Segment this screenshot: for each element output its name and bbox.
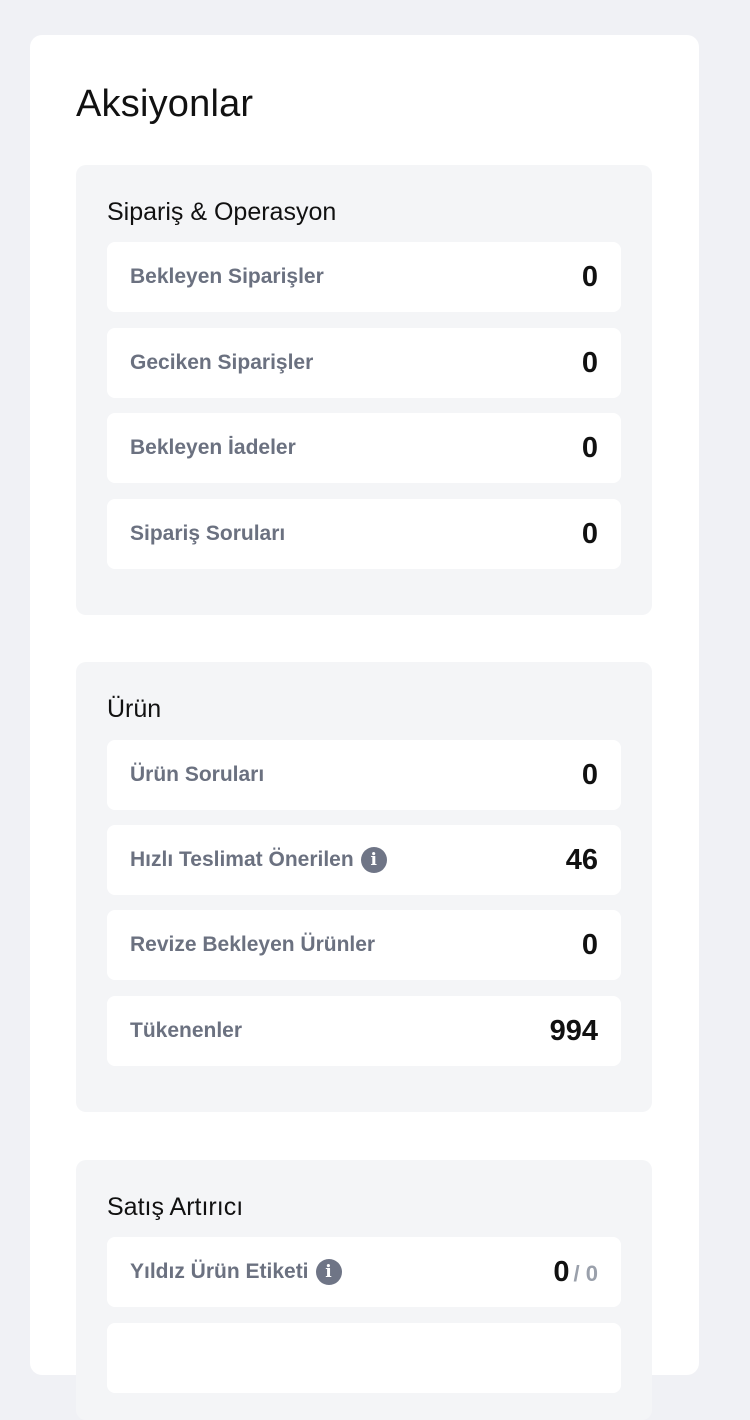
row-label: Geciken Siparişler <box>130 351 314 374</box>
row-value: 0 <box>581 518 598 550</box>
section-product: Ürün Ürün Soruları 0 Hızlı Teslimat Öner… <box>76 662 652 1112</box>
page-title: Aksiyonlar <box>76 83 254 125</box>
row-pending-orders[interactable]: Bekleyen Siparişler 0 <box>107 242 621 312</box>
row-label: Revize Bekleyen Ürünler <box>130 933 376 956</box>
row-order-questions[interactable]: Sipariş Soruları 0 <box>107 499 621 569</box>
actions-card: Aksiyonlar Sipariş & Operasyon Bekleyen … <box>30 35 699 1420</box>
row-total: / 0 <box>573 1261 598 1286</box>
row-value: 0 <box>581 347 598 379</box>
row-value: 0 <box>581 261 598 293</box>
row-delayed-orders[interactable]: Geciken Siparişler 0 <box>107 328 621 398</box>
row-label: Bekleyen Siparişler <box>130 265 324 288</box>
row-label-text: Hızlı Teslimat Önerilen <box>130 848 354 871</box>
row-label-with-icon: Yıldız Ürün Etiketi i <box>130 1237 342 1307</box>
row-value: 0 <box>581 432 598 464</box>
section-title: Sipariş & Operasyon <box>107 198 337 226</box>
row-label-text: Yıldız Ürün Etiketi <box>130 1260 309 1283</box>
row-pending-returns[interactable]: Bekleyen İadeler 0 <box>107 413 621 483</box>
row-value-group: 0/ 0 <box>553 1237 598 1307</box>
row-label: Sipariş Soruları <box>130 522 286 545</box>
section-order-operations: Sipariş & Operasyon Bekleyen Siparişler … <box>76 165 652 615</box>
row-revision-pending-products[interactable]: Revize Bekleyen Ürünler 0 <box>107 910 621 980</box>
info-icon[interactable]: i <box>315 1259 342 1285</box>
row-value: 0 <box>581 929 598 961</box>
row-value: 0 <box>553 1256 570 1288</box>
row-fast-delivery-suggested[interactable]: Hızlı Teslimat Önerilen i 46 <box>107 825 621 895</box>
row-product-questions[interactable]: Ürün Soruları 0 <box>107 740 621 810</box>
row-value: 46 <box>565 844 598 876</box>
row-label: Ürün Soruları <box>130 763 265 786</box>
row-value: 0 <box>581 759 598 791</box>
row-value: 994 <box>549 1015 598 1047</box>
row-star-product-label[interactable]: Yıldız Ürün Etiketi i 0/ 0 <box>107 1237 621 1307</box>
row-label-with-icon: Hızlı Teslimat Önerilen i <box>130 825 387 895</box>
section-sales-booster: Satış Artırıcı Yıldız Ürün Etiketi i 0/ … <box>76 1160 652 1420</box>
row-label: Bekleyen İadeler <box>130 436 296 459</box>
info-icon[interactable]: i <box>360 847 387 873</box>
section-title: Ürün <box>107 695 162 723</box>
row-out-of-stock[interactable]: Tükenenler 994 <box>107 996 621 1066</box>
section-title: Satış Artırıcı <box>107 1193 244 1221</box>
row-label: Tükenenler <box>130 1019 243 1042</box>
